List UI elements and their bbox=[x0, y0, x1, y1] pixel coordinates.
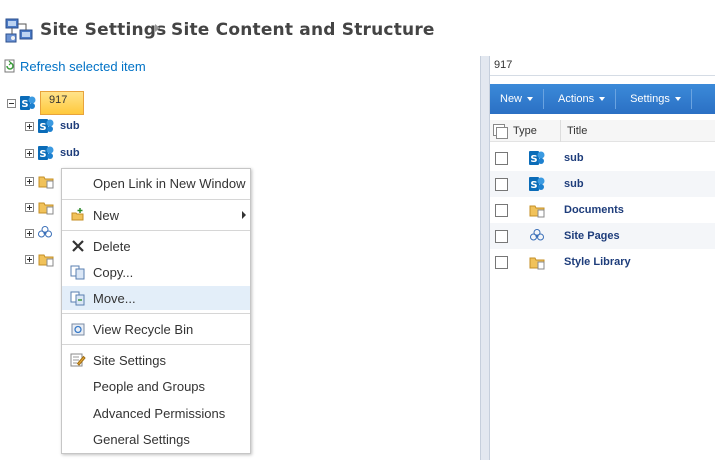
expand-icon[interactable] bbox=[25, 121, 34, 131]
document-library-icon bbox=[38, 254, 54, 266]
tree-item[interactable] bbox=[25, 223, 52, 243]
refresh-label: Refresh selected item bbox=[20, 58, 146, 74]
delete-x-icon bbox=[72, 240, 84, 252]
move-icon bbox=[70, 291, 85, 306]
tree-item[interactable] bbox=[25, 249, 55, 269]
menu-divider bbox=[62, 230, 250, 231]
expand-icon[interactable] bbox=[25, 254, 34, 264]
row-checkbox[interactable] bbox=[495, 203, 508, 217]
refresh-icon bbox=[4, 59, 15, 73]
tree-item[interactable] bbox=[25, 197, 55, 217]
expand-icon[interactable] bbox=[25, 176, 34, 186]
sharepoint-site-icon: S bbox=[38, 119, 54, 133]
menu-item-new[interactable]: New bbox=[62, 203, 250, 227]
list-item[interactable]: Style Library bbox=[490, 249, 715, 275]
row-title-link[interactable]: sub bbox=[564, 152, 584, 164]
expand-icon[interactable] bbox=[25, 228, 34, 238]
column-header-type[interactable]: Type bbox=[513, 119, 561, 142]
tree-item[interactable]: S sub bbox=[25, 116, 80, 136]
new-menu-label: New bbox=[500, 93, 523, 105]
menu-divider bbox=[62, 199, 250, 200]
site-settings-icon bbox=[5, 18, 33, 43]
list-header: Type Title bbox=[490, 119, 715, 142]
menu-item-people-groups[interactable]: People and Groups bbox=[62, 374, 250, 398]
recycle-bin-icon bbox=[71, 323, 85, 336]
row-checkbox[interactable] bbox=[495, 229, 508, 243]
menu-item-advanced-permissions[interactable]: Advanced Permissions bbox=[62, 401, 250, 425]
dropdown-arrow-icon bbox=[674, 97, 681, 101]
menu-item-move[interactable]: Move... bbox=[62, 286, 250, 310]
menu-item-copy[interactable]: Copy... bbox=[62, 260, 250, 284]
column-header-title[interactable]: Title bbox=[567, 125, 587, 137]
settings-menu-label: Settings bbox=[630, 93, 670, 105]
svg-text:S: S bbox=[21, 99, 28, 110]
row-title-link[interactable]: Site Pages bbox=[564, 230, 620, 242]
menu-item-recycle-bin[interactable]: View Recycle Bin bbox=[62, 317, 250, 341]
breadcrumb-separator-icon bbox=[155, 24, 160, 32]
sharepoint-site-icon: S bbox=[529, 151, 545, 165]
page-title: Site Content and Structure bbox=[171, 20, 435, 40]
menu-divider bbox=[62, 313, 250, 314]
select-all-checkbox[interactable] bbox=[493, 123, 508, 139]
document-library-icon bbox=[529, 257, 544, 269]
tree-item-label[interactable]: sub bbox=[60, 147, 80, 159]
actions-menu-button[interactable]: Actions bbox=[544, 89, 617, 109]
context-menu: Open Link in New Window New Delete Copy. bbox=[61, 168, 251, 454]
new-item-icon bbox=[71, 208, 84, 221]
row-title-link[interactable]: Style Library bbox=[564, 256, 631, 268]
collapse-icon[interactable] bbox=[7, 98, 16, 108]
list-pane: 917 New Actions Settings Type Title S su… bbox=[490, 56, 715, 460]
svg-text:S: S bbox=[39, 122, 46, 133]
menu-item-delete[interactable]: Delete bbox=[62, 234, 250, 258]
new-menu-button[interactable]: New bbox=[490, 89, 545, 109]
sharepoint-site-icon: S bbox=[529, 177, 545, 191]
settings-menu-button[interactable]: Settings bbox=[616, 89, 692, 109]
row-checkbox[interactable] bbox=[495, 151, 508, 165]
sharepoint-site-icon: S bbox=[20, 96, 36, 110]
svg-text:S: S bbox=[39, 149, 46, 160]
actions-menu-label: Actions bbox=[558, 93, 595, 105]
list-item[interactable]: S sub bbox=[490, 171, 715, 197]
tree-item[interactable] bbox=[25, 171, 55, 191]
tree-item-root[interactable]: S 917 bbox=[7, 90, 84, 116]
svg-text:S: S bbox=[530, 154, 537, 165]
menu-item-general-settings[interactable]: General Settings bbox=[62, 427, 250, 451]
tree-item[interactable]: S sub bbox=[25, 143, 80, 163]
menu-item-site-settings[interactable]: Site Settings bbox=[62, 348, 250, 372]
breadcrumb-site-settings[interactable]: Site Settings bbox=[40, 20, 167, 40]
tree-item-label[interactable]: sub bbox=[60, 120, 80, 132]
submenu-arrow-icon bbox=[242, 211, 246, 219]
page-header: Site Settings Site Content and Structure bbox=[0, 0, 715, 56]
expand-icon[interactable] bbox=[25, 202, 34, 212]
sharepoint-site-icon: S bbox=[38, 146, 54, 160]
dropdown-arrow-icon bbox=[527, 97, 534, 101]
row-checkbox[interactable] bbox=[495, 255, 508, 269]
list-item[interactable]: Site Pages bbox=[490, 223, 715, 249]
row-title-link[interactable]: Documents bbox=[564, 204, 624, 216]
tree-root-label[interactable]: 917 bbox=[40, 91, 84, 115]
refresh-selected-item-link[interactable]: Refresh selected item bbox=[4, 58, 146, 74]
site-pages-icon bbox=[530, 229, 544, 241]
document-library-icon bbox=[38, 176, 54, 188]
pane-splitter[interactable] bbox=[480, 56, 490, 460]
menu-divider bbox=[62, 344, 250, 345]
site-settings-pencil-icon bbox=[70, 353, 86, 367]
copy-icon bbox=[70, 265, 85, 280]
svg-text:S: S bbox=[530, 180, 537, 191]
row-checkbox[interactable] bbox=[495, 177, 508, 191]
document-library-icon bbox=[38, 202, 54, 214]
expand-icon[interactable] bbox=[25, 148, 34, 158]
document-library-icon bbox=[529, 205, 544, 217]
site-pages-icon bbox=[38, 226, 52, 238]
dropdown-arrow-icon bbox=[599, 97, 606, 101]
list-toolbar: New Actions Settings bbox=[490, 84, 715, 114]
current-path: 917 bbox=[490, 56, 715, 76]
menu-item-open-new-window[interactable]: Open Link in New Window bbox=[62, 171, 250, 195]
list-item[interactable]: Documents bbox=[490, 197, 715, 223]
row-title-link[interactable]: sub bbox=[564, 178, 584, 190]
list-item[interactable]: S sub bbox=[490, 145, 715, 171]
